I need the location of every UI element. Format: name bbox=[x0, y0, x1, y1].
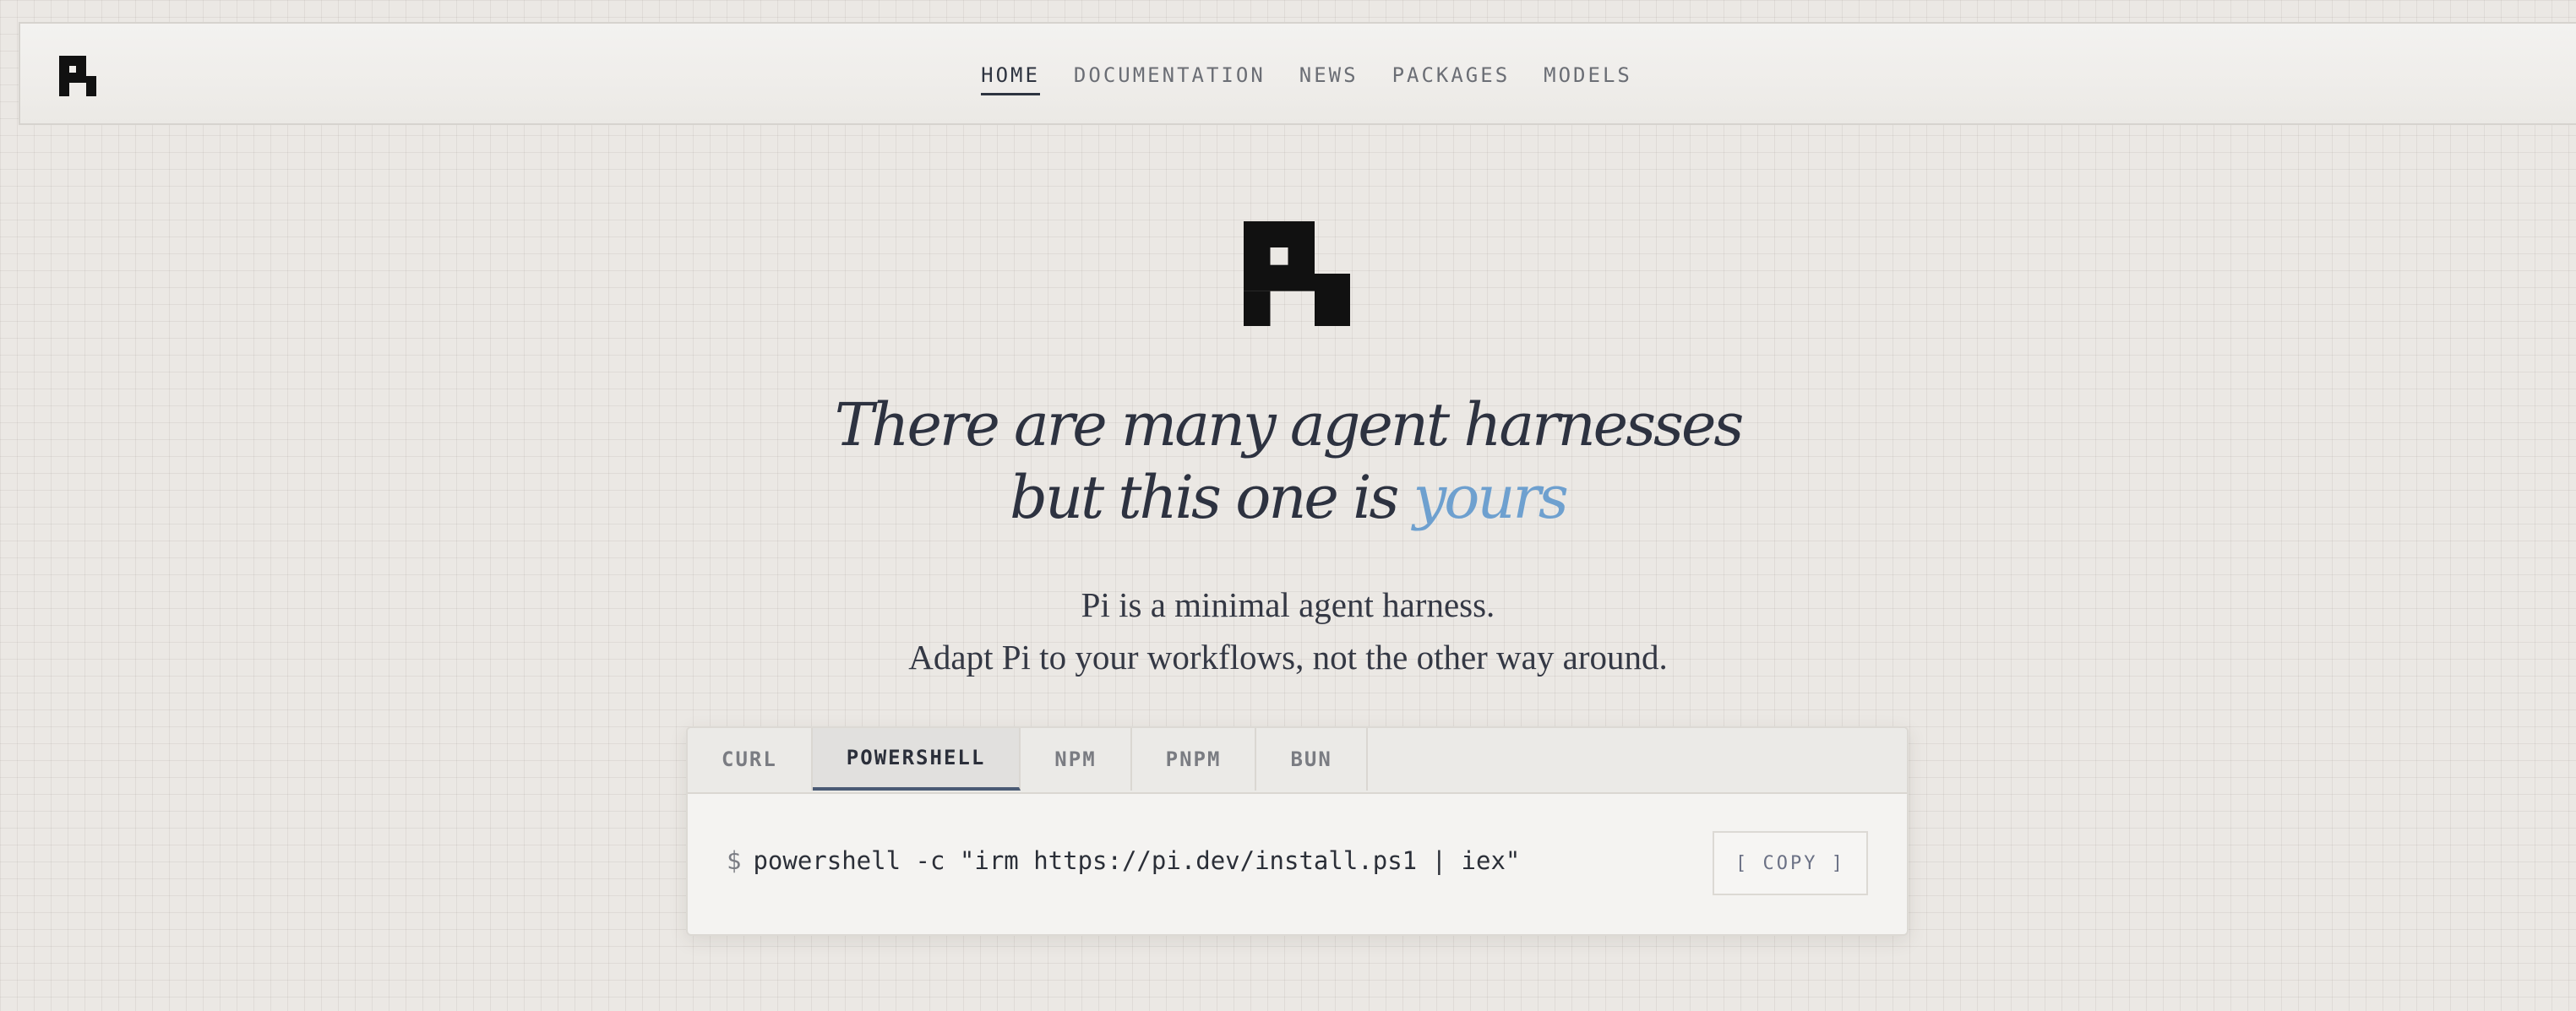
install-command[interactable]: powershell -c "irm https://pi.dev/instal… bbox=[753, 846, 1520, 875]
nav-link-documentation[interactable]: DOCUMENTATION bbox=[1074, 63, 1266, 95]
tab-npm[interactable]: NPM bbox=[1021, 728, 1132, 791]
hero-headline: There are many agent harnesses but this … bbox=[0, 389, 2576, 534]
subtitle-line-2: Adapt Pi to your workflows, not the othe… bbox=[908, 638, 1668, 677]
hero-pi-logo-icon bbox=[1244, 221, 1350, 326]
top-navbar: HOME DOCUMENTATION NEWS PACKAGES MODELS bbox=[19, 22, 2576, 125]
subtitle-line-1: Pi is a minimal agent harness. bbox=[1081, 585, 1495, 624]
install-card: CURL POWERSHELL NPM PNPM BUN $ powershell… bbox=[686, 726, 1909, 936]
nav-link-packages[interactable]: PACKAGES bbox=[1392, 63, 1511, 95]
tab-pnpm[interactable]: PNPM bbox=[1132, 728, 1257, 791]
copy-button[interactable]: [ COPY ] bbox=[1713, 831, 1868, 895]
shell-prompt: $ bbox=[727, 846, 742, 875]
nav-link-news[interactable]: NEWS bbox=[1299, 63, 1359, 95]
tab-powershell[interactable]: POWERSHELL bbox=[812, 728, 1021, 791]
install-tabs: CURL POWERSHELL NPM PNPM BUN bbox=[688, 728, 1907, 794]
headline-accent-word: yours bbox=[1413, 463, 1569, 532]
install-command-row: $ powershell -c "irm https://pi.dev/insta… bbox=[727, 846, 1520, 875]
headline-line-1: There are many agent harnesses bbox=[834, 390, 1745, 459]
tab-curl[interactable]: CURL bbox=[688, 728, 813, 791]
hero-subtitle: Pi is a minimal agent harness. Adapt Pi … bbox=[0, 579, 2576, 683]
nav-link-home[interactable]: HOME bbox=[981, 63, 1040, 95]
headline-line-2-prefix: but this one is bbox=[1010, 463, 1399, 532]
nav-link-models[interactable]: MODELS bbox=[1544, 63, 1632, 95]
nav-links: HOME DOCUMENTATION NEWS PACKAGES MODELS bbox=[20, 63, 2576, 95]
tab-bun[interactable]: BUN bbox=[1256, 728, 1368, 791]
